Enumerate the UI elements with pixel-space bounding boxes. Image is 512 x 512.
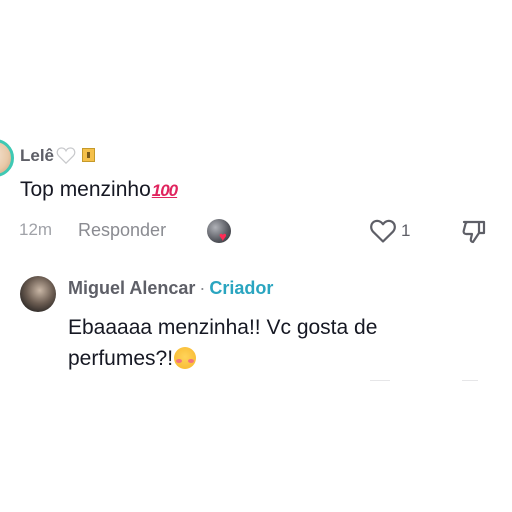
comment-username[interactable]: Lelê: [20, 146, 54, 165]
red-heart-icon: ♥: [219, 229, 227, 244]
reply-text-row: Ebaaaaa menzinha!! Vc gosta de perfumes?…: [68, 312, 488, 374]
divider: [462, 380, 478, 381]
comment-text: Top menzinho: [20, 178, 151, 201]
like-button[interactable]: [369, 218, 397, 244]
reply-username-row: Miguel Alencar · Criador: [68, 278, 273, 299]
dislike-button[interactable]: [460, 218, 488, 246]
hundred-points-icon: 100: [151, 181, 178, 200]
commenter-avatar[interactable]: [0, 139, 14, 177]
comments-panel: Lelê Top menzinho100 12m Responder ♥ 1 M…: [0, 0, 512, 512]
reply-text: Ebaaaaa menzinha!! Vc gosta de perfumes?…: [68, 316, 378, 370]
comment-timestamp: 12m: [19, 220, 53, 239]
reply-button[interactable]: Responder: [78, 220, 166, 241]
house-icon: [82, 148, 96, 162]
like-count: 1: [401, 221, 411, 240]
divider: [370, 380, 390, 381]
thumbs-down-icon: [462, 220, 486, 244]
reply-username[interactable]: Miguel Alencar: [68, 278, 195, 298]
creator-badge: Criador: [209, 278, 274, 298]
comment-text-row: Top menzinho100: [20, 178, 178, 202]
separator-dot: ·: [199, 278, 206, 298]
white-heart-icon: [56, 146, 76, 169]
comment-username-row: Lelê: [20, 146, 96, 169]
creator-avatar[interactable]: [20, 276, 56, 312]
heart-outline-icon: [370, 219, 396, 243]
smiling-face-with-hearts-icon: [174, 347, 197, 369]
